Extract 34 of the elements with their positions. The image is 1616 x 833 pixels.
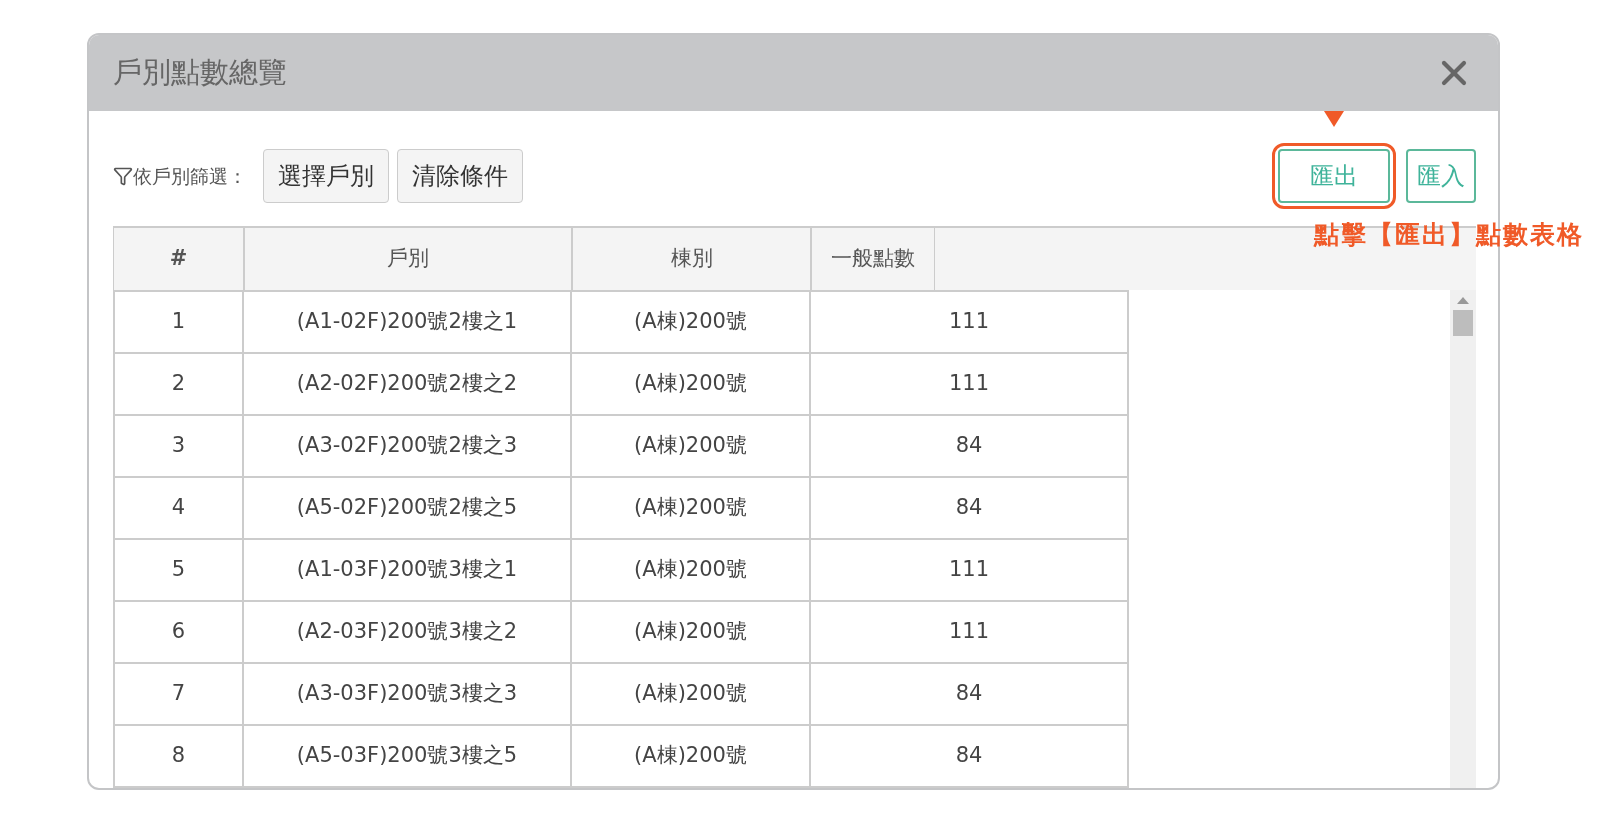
table-cell: (A2-03F)200號3樓之2 <box>244 602 572 662</box>
table-cell: (A5-03F)200號3樓之5 <box>244 726 572 786</box>
table-cell: (A棟)200號 <box>572 416 811 476</box>
filter-icon <box>113 166 133 186</box>
table-cell: (A5-02F)200號2樓之5 <box>244 478 572 538</box>
table-cell: (A棟)200號 <box>572 292 811 352</box>
filter-label: 依戶別篩選： <box>133 163 247 189</box>
annotation-text: 點擊【匯出】點數表格 <box>1314 219 1584 251</box>
table-cell: (A棟)200號 <box>572 540 811 600</box>
table-cell: (A3-02F)200號2樓之3 <box>244 416 572 476</box>
filter-button[interactable]: 選擇戶別 <box>263 149 389 203</box>
scrollbar[interactable] <box>1450 290 1476 788</box>
table-cell: (A棟)200號 <box>572 664 811 724</box>
table-cell: 7 <box>113 664 244 724</box>
table-cell: 6 <box>113 602 244 662</box>
scroll-up-icon[interactable] <box>1457 296 1469 304</box>
table-cell: 5 <box>113 540 244 600</box>
pointer-triangle-icon <box>1323 110 1345 128</box>
table-cell: 2 <box>113 354 244 414</box>
table-cell: (A棟)200號 <box>572 478 811 538</box>
table-cell: (A3-03F)200號3樓之3 <box>244 664 572 724</box>
table-cell: 3 <box>113 416 244 476</box>
dialog-title: 戶別點數總覽 <box>113 54 287 92</box>
table-cell: (A1-02F)200號2樓之1 <box>244 292 572 352</box>
table-cell: (A棟)200號 <box>572 726 811 786</box>
table-cell: (A棟)200號 <box>572 602 811 662</box>
filter-button[interactable]: 清除條件 <box>397 149 523 203</box>
table-cell: (A1-03F)200號3樓之1 <box>244 540 572 600</box>
table-cell: (A棟)200號 <box>572 354 811 414</box>
table-cell: 1 <box>113 292 244 352</box>
table-cell: 8 <box>113 726 244 786</box>
table-cell: 4 <box>113 478 244 538</box>
scrollbar-thumb[interactable] <box>1453 310 1473 336</box>
table-cell: (A2-02F)200號2樓之2 <box>244 354 572 414</box>
